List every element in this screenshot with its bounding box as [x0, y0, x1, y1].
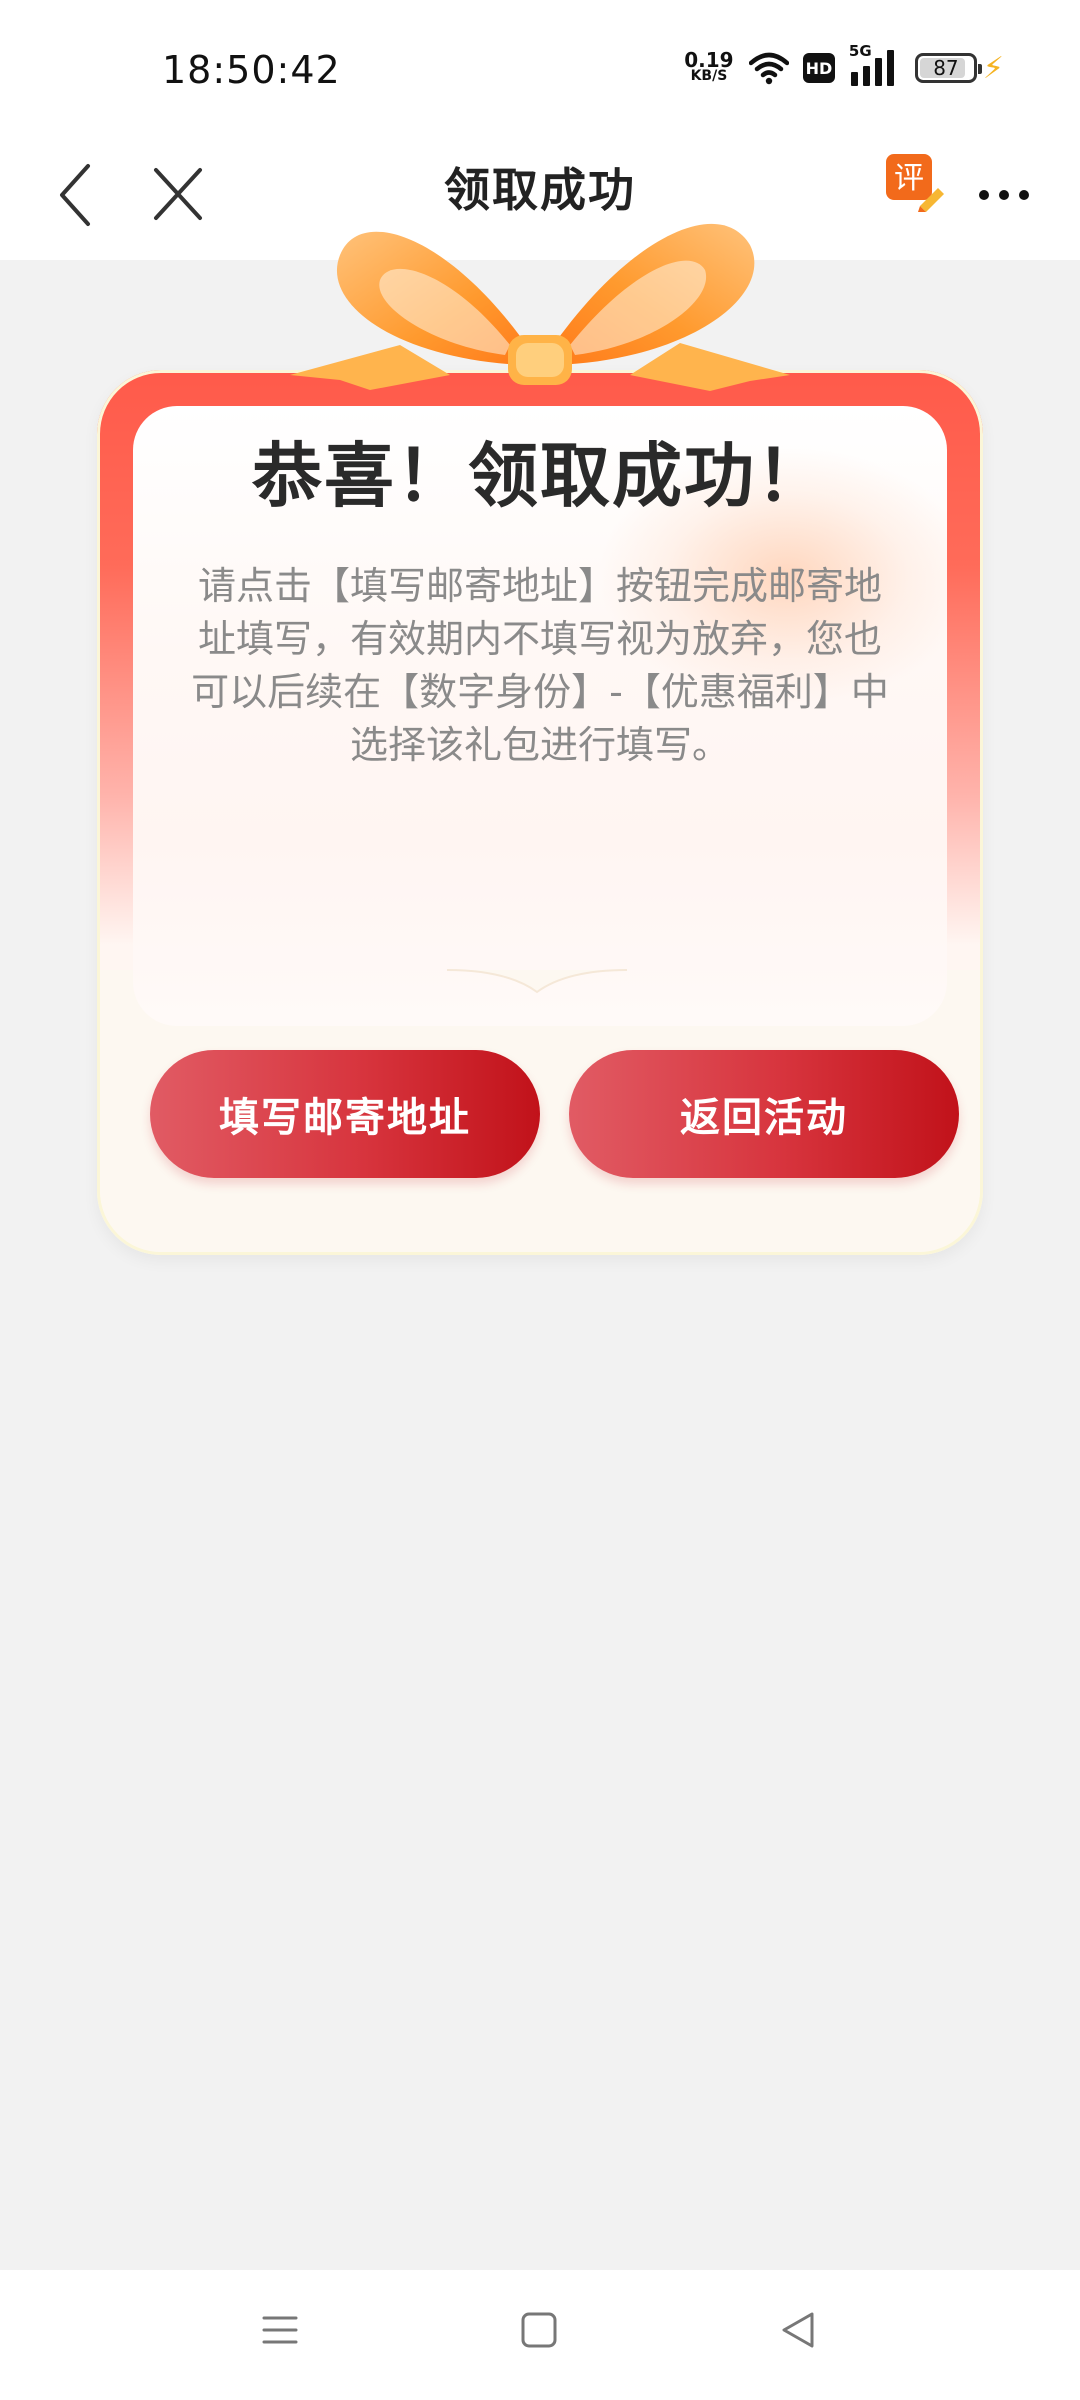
status-time: 18:50:42 — [162, 48, 341, 92]
battery-level-text: 87 — [933, 56, 959, 80]
hd-badge: HD — [802, 53, 835, 83]
card-notch — [447, 969, 627, 994]
wifi-icon — [748, 52, 789, 85]
phone-screen: 18:50:42 0.19 KB/S HD 5G 87 ⚡ 领取成功 评 恭喜！… — [0, 0, 1080, 2400]
triangle-back-icon[interactable] — [778, 2310, 818, 2350]
fill-address-button[interactable]: 填写邮寄地址 — [150, 1050, 540, 1178]
network-speed-unit: KB/S — [690, 68, 728, 84]
status-icons: 0.19 KB/S HD 5G 87 ⚡ — [683, 42, 1004, 92]
network-speed: 0.19 KB/S — [683, 48, 735, 84]
battery-icon: 87 — [914, 53, 982, 83]
gift-bow-icon — [290, 223, 790, 391]
review-icon-label: 评 — [894, 161, 924, 196]
cellular-signal: 5G — [849, 42, 899, 88]
system-nav-bar — [0, 2270, 1080, 2400]
network-speed-value: 0.19 — [684, 48, 734, 72]
signal-bars-icon — [850, 50, 894, 86]
review-pen-icon[interactable]: 评 — [884, 152, 944, 214]
status-bar: 18:50:42 0.19 KB/S HD 5G 87 ⚡ — [0, 0, 1080, 130]
charging-bolt-icon: ⚡ — [982, 50, 1004, 86]
home-square-icon[interactable] — [519, 2310, 559, 2350]
success-title: 恭喜！领取成功！ — [252, 435, 828, 517]
more-icon[interactable] — [974, 180, 1034, 210]
success-description: 请点击【填写邮寄地址】按钮完成邮寄地址填写，有效期内不填写视为放弃，您也可以后续… — [191, 564, 889, 767]
menu-icon[interactable] — [260, 2310, 300, 2350]
return-activity-button[interactable]: 返回活动 — [569, 1050, 959, 1178]
